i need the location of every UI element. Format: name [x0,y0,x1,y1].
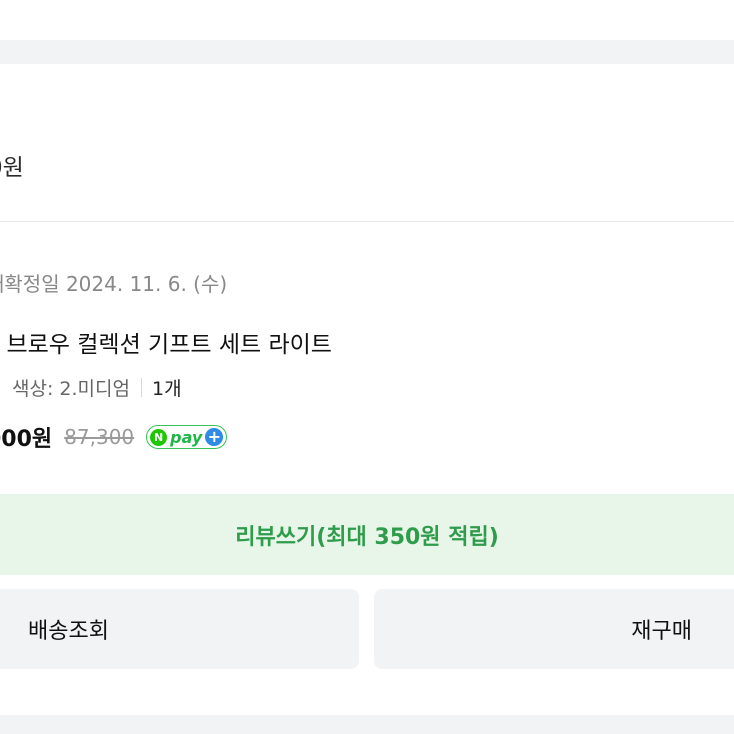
original-price: 87,300 [64,425,135,449]
track-delivery-button[interactable]: 배송조회 [0,589,359,669]
npay-label: pay [170,427,203,447]
product-name[interactable]: 이 브로우 컬렉션 기프트 세트 라이트 [0,325,332,359]
option-separator [140,378,142,397]
option-text: 색상: 2.미디엄 [12,378,130,400]
sale-price: 000원 [0,427,53,452]
price-row: 000원 87,300 N pay + [0,421,228,453]
purchase-confirm-date: 매확정일 2024. 11. 6. (수) [0,272,228,296]
write-review-button[interactable]: 리뷰쓰기(최대 350원 적립) [0,494,734,575]
order-detail-page: 0원 매확정일 2024. 11. 6. (수) 이 브로우 컬렉션 기프트 세… [0,0,734,734]
quantity-text: 1개 [151,378,182,400]
section-gap-top [0,40,734,64]
rebuy-button[interactable]: 재구매 [374,589,734,669]
npay-plus-badge: N pay + [146,425,228,449]
plus-icon: + [205,428,224,446]
section-divider [0,221,734,222]
total-amount: 0원 [0,155,24,181]
naver-n-icon: N [150,428,168,446]
product-options: 색상: 2.미디엄 1개 [12,374,182,401]
section-gap-bottom [0,715,734,734]
